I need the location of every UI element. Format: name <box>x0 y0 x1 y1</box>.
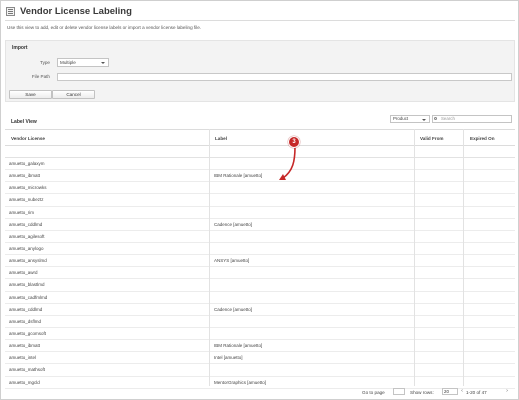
table-row[interactable]: amuetto_rim <box>5 207 515 219</box>
label-cell[interactable]: Cadence [amuetto] <box>214 307 252 312</box>
table-row[interactable]: amuetto_gcomsoft <box>5 328 515 341</box>
callout-arrow-icon <box>279 146 296 180</box>
table-row[interactable]: amuetto_mgcld MentorGraphics [amuetto] <box>5 377 515 389</box>
chevron-down-icon <box>422 119 426 121</box>
chevron-down-icon <box>101 62 105 64</box>
vendor-license-cell: amuetto_gcomsoft <box>9 330 47 336</box>
vendor-license-cell: amuetto_nubeztz <box>9 197 44 203</box>
search-icon <box>434 117 437 120</box>
header-label[interactable]: Label <box>215 136 227 141</box>
table-row[interactable]: amuetto_ibmatt IBM Rationale [amuetto] <box>5 340 515 353</box>
product-filter-value: Product <box>393 116 409 121</box>
table-row[interactable]: amuetto_dsflmd <box>5 316 515 328</box>
label-cell[interactable]: Intel [amuetto] <box>214 355 243 360</box>
vendor-license-cell: amuetto_galaxym <box>9 161 45 166</box>
table-row[interactable]: amuetto_awrd <box>5 267 515 280</box>
next-page-icon[interactable]: › <box>504 387 510 396</box>
table-row[interactable]: amuetto_microwks <box>5 182 515 195</box>
header-vendor-license[interactable]: Vendor License <box>11 136 45 141</box>
show-rows-label: Show rows: <box>410 389 434 395</box>
license-table-body: amuetto_galaxym amuetto_ibmatt IBM Rationa… <box>5 158 515 389</box>
cancel-button[interactable]: Cancel <box>52 90 95 99</box>
vendor-license-cell: amuetto_ibmatt <box>9 173 41 179</box>
vendor-license-cell: amuetto_blastlmd <box>9 282 45 288</box>
label-cell[interactable]: IBM Rationale [amuetto] <box>214 173 262 178</box>
vendor-license-cell: amuetto_awrd <box>9 270 38 276</box>
callout-badge: 3 <box>288 136 300 148</box>
goto-page-label: Go to page <box>362 389 385 395</box>
previous-page-icon[interactable]: ‹ <box>459 387 465 396</box>
vendor-license-labeling-window: Vendor License Labeling Use this view to… <box>0 0 519 400</box>
search-input[interactable]: Search <box>432 115 512 123</box>
goto-page-input[interactable] <box>393 388 405 395</box>
table-row[interactable]: amuetto_cadfmlmd <box>5 292 515 304</box>
title-bar: Vendor License Labeling <box>2 2 519 20</box>
table-row[interactable]: amuetto_galaxym <box>5 158 515 171</box>
vendor-license-cell: amuetto_ansyslmd <box>9 258 47 264</box>
vendor-license-cell: amuetto_anylogo <box>9 245 44 251</box>
vendor-license-cell: amuetto_dsflmd <box>9 318 42 324</box>
table-row[interactable]: amuetto_ansyslmd ANSYS [amuetto] <box>5 255 515 268</box>
vendor-license-cell: amuetto_rim <box>9 209 35 215</box>
type-select[interactable]: Multiple <box>57 58 109 67</box>
header-valid-from[interactable]: Valid From <box>420 136 443 141</box>
page-range-text: 1-20 of 47 <box>466 389 487 395</box>
vendor-license-cell: amuetto_ibmatt <box>9 343 41 349</box>
vendor-license-cell: amuetto_agilesoft <box>9 233 45 239</box>
table-row[interactable]: amuetto_nubeztz <box>5 194 515 207</box>
table-row[interactable]: amuetto_anylogo <box>5 243 515 256</box>
column-divider <box>414 129 415 386</box>
column-divider <box>463 129 464 386</box>
table-row[interactable]: amuetto_ibmatt IBM Rationale [amuetto] <box>5 170 515 183</box>
type-label: Type <box>40 60 50 65</box>
table-header: Vendor License Label Valid From Expired … <box>5 129 515 146</box>
label-view-title: Label View <box>11 119 37 125</box>
search-placeholder: Search <box>441 116 455 121</box>
import-panel-title: Import <box>12 45 28 51</box>
column-divider <box>209 129 210 386</box>
table-row[interactable]: amuetto_cddlmd Cadence [amuetto] <box>5 219 515 231</box>
vendor-license-cell: amuetto_cddlmd <box>9 306 43 312</box>
vendor-license-cell: amuetto_microwks <box>9 185 47 191</box>
page-title: Vendor License Labeling <box>20 5 132 17</box>
rows-per-page-select[interactable]: 20 <box>442 388 458 395</box>
label-cell[interactable]: IBM Rationale [amuetto] <box>214 343 262 348</box>
rows-per-page-value: 20 <box>444 389 449 394</box>
column-filter-row <box>5 146 515 158</box>
vendor-license-cell: amuetto_mgcld <box>9 379 40 385</box>
table-row[interactable]: amuetto_intel Intel [amuetto] <box>5 352 515 365</box>
title-divider <box>5 20 515 21</box>
label-cell[interactable]: Cadence [amuetto] <box>214 222 252 227</box>
product-filter-select[interactable]: Product <box>390 115 430 123</box>
save-button[interactable]: Save <box>9 90 52 99</box>
vendor-license-cell: amuetto_cddlmd <box>9 221 43 227</box>
list-icon <box>6 6 15 16</box>
file-path-label: File Path <box>31 74 50 79</box>
import-panel: Import Type Multiple File Path Save Canc… <box>5 40 515 102</box>
table-row[interactable]: amuetto_agilesoft <box>5 231 515 243</box>
table-row[interactable]: amuetto_cddlmd Cadence [amuetto] <box>5 304 515 316</box>
file-path-input[interactable] <box>57 73 512 81</box>
header-expired-on[interactable]: Expired On <box>470 136 495 141</box>
label-cell[interactable]: MentorGraphics [amuetto] <box>214 380 266 385</box>
vendor-license-cell: amuetto_cadfmlmd <box>9 294 48 300</box>
vendor-license-cell: amuetto_intel <box>9 355 37 361</box>
table-row[interactable]: amuetto_blastlmd <box>5 279 515 292</box>
label-cell[interactable]: ANSYS [amuetto] <box>214 258 249 263</box>
table-row[interactable]: amuetto_mathsoft <box>5 364 515 377</box>
type-select-value: Multiple <box>60 60 76 65</box>
vendor-license-cell: amuetto_mathsoft <box>9 367 46 373</box>
intro-text: Use this view to add, edit or delete ven… <box>7 25 202 30</box>
